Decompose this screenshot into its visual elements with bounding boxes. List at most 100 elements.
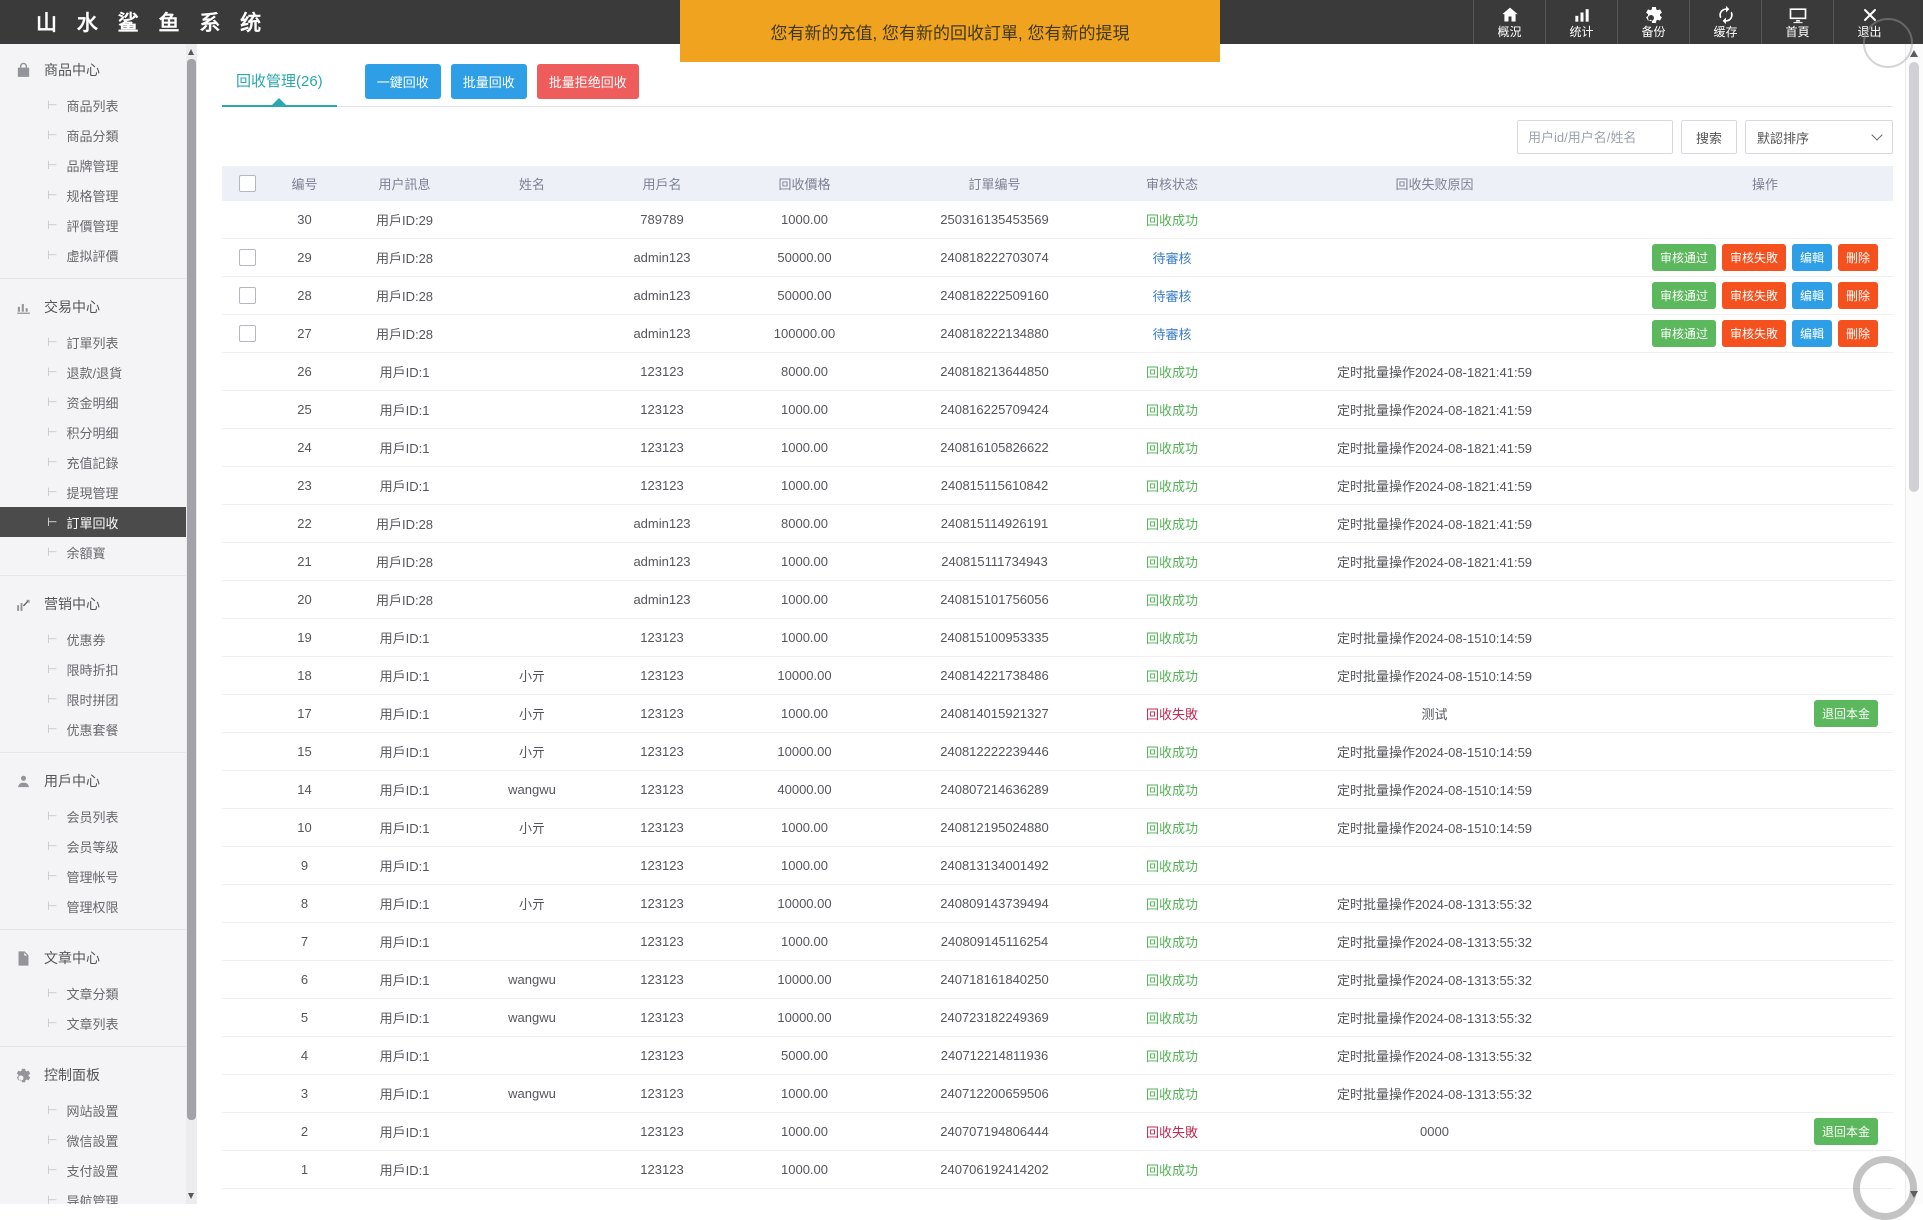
cell-fail-reason [1232, 276, 1637, 315]
batch-reject-recycle-button[interactable]: 批量拒绝回收 [536, 63, 639, 99]
page-scrollbar[interactable] [1905, 44, 1923, 1204]
sidebar-item[interactable]: ⊢ 限时拼团 [0, 684, 186, 714]
sidebar-item[interactable]: ⊢ 微信設置 [0, 1125, 186, 1155]
sidebar-item[interactable]: ⊢ 余額寳 [0, 537, 186, 567]
cell-operations: 审核通过 审核失敗 编輯 刪除 [1637, 276, 1893, 315]
sidebar-item-label: 管理帐号 [66, 869, 119, 885]
cell-user-info: 用戶ID:1 [337, 846, 472, 885]
sidebar-section-article[interactable]: 文章中心 [0, 938, 186, 978]
refund-button[interactable]: 退回本金 [1813, 700, 1878, 727]
cell-username: admin123 [592, 542, 732, 581]
cell-user-info: 用戶ID:1 [337, 656, 472, 695]
sidebar-section-marketing[interactable]: 营销中心 [0, 584, 186, 624]
select-all-checkbox[interactable] [238, 175, 256, 193]
sidebar-item[interactable]: ⊢ 訂單列表 [0, 327, 186, 357]
approve-button[interactable]: 审核通过 [1651, 282, 1716, 309]
audit-fail-button[interactable]: 审核失敗 [1721, 282, 1786, 309]
sidebar-item[interactable]: ⊢ 优惠套餐 [0, 714, 186, 744]
row-checkbox[interactable] [238, 325, 256, 343]
sidebar-item[interactable]: ⊢ 网站設置 [0, 1095, 186, 1125]
sidebar-item[interactable]: ⊢ 品牌管理 [0, 150, 186, 180]
sidebar-section-control[interactable]: 控制面板 [0, 1055, 186, 1095]
nav-stats[interactable]: 统计 [1545, 0, 1617, 44]
sort-select[interactable]: 默認排序 [1745, 120, 1893, 154]
table-row: 2 用戶ID:1 123123 1000.00 240707194806444 回收失敗 0… [222, 1112, 1893, 1151]
audit-fail-button[interactable]: 审核失敗 [1721, 320, 1786, 347]
nav-backup[interactable]: 备份 [1617, 0, 1689, 44]
nav-logout[interactable]: 退出 [1833, 0, 1905, 44]
cell-price: 1000.00 [732, 808, 877, 847]
sidebar-item[interactable]: ⊢ 提現管理 [0, 477, 186, 507]
sidebar-item[interactable]: ⊢ 文章列表 [0, 1008, 186, 1038]
cell-fail-reason [1232, 201, 1637, 239]
cell-user-info: 用戶ID:1 [337, 922, 472, 961]
cell-fail-reason: 定时批量操作2024-08-1821:41:59 [1232, 542, 1637, 581]
approve-button[interactable]: 审核通过 [1651, 320, 1716, 347]
sidebar-section-product[interactable]: 商品中心 [0, 50, 186, 90]
nav-cache[interactable]: 缓存 [1689, 0, 1761, 44]
delete-button[interactable]: 刪除 [1838, 244, 1879, 271]
sidebar-section-label: 控制面板 [44, 1067, 100, 1083]
scroll-down-icon[interactable] [188, 1193, 194, 1199]
sidebar-item[interactable]: ⊢ 虚拟評價 [0, 240, 186, 270]
user-icon [15, 773, 32, 790]
sidebar-item[interactable]: ⊢ 商品分類 [0, 120, 186, 150]
nav-homepage[interactable]: 首頁 [1761, 0, 1833, 44]
sidebar-item-label: 文章列表 [66, 1016, 119, 1032]
table-row: 5 用戶ID:1 wangwu 123123 10000.00 2407231822493… [222, 998, 1893, 1037]
sidebar-item[interactable]: ⊢ 文章分類 [0, 978, 186, 1008]
sidebar-scrollbar-thumb[interactable] [187, 59, 196, 1120]
sidebar-scrollbar[interactable] [186, 44, 197, 1204]
sidebar-section-trade[interactable]: 交易中心 [0, 287, 186, 327]
scroll-up-icon[interactable] [1910, 50, 1918, 57]
refund-button[interactable]: 退回本金 [1813, 1118, 1878, 1145]
sidebar-item[interactable]: ⊢ 充值記錄 [0, 447, 186, 477]
cell-fail-reason [1232, 580, 1637, 619]
cell-no: 20 [272, 580, 337, 619]
cell-order-no: 240815101756056 [877, 580, 1112, 619]
sidebar-item[interactable]: ⊢ 管理帐号 [0, 861, 186, 891]
edit-button[interactable]: 编輯 [1792, 282, 1833, 309]
nav-overview[interactable]: 概況 [1473, 0, 1545, 44]
sidebar-item[interactable]: ⊢ 限時折扣 [0, 654, 186, 684]
row-checkbox[interactable] [238, 249, 256, 267]
sidebar-item[interactable]: ⊢ 规格管理 [0, 180, 186, 210]
search-input[interactable] [1516, 120, 1673, 154]
sidebar-item[interactable]: ⊢ 訂單回收 [0, 507, 186, 537]
row-checkbox[interactable] [238, 287, 256, 305]
scroll-up-icon[interactable] [188, 49, 194, 55]
page-scrollbar-thumb[interactable] [1909, 62, 1919, 492]
batch-recycle-button[interactable]: 批量回收 [450, 63, 527, 99]
sidebar-item[interactable]: ⊢ 管理权限 [0, 891, 186, 921]
sidebar-item[interactable]: ⊢ 优惠券 [0, 624, 186, 654]
delete-button[interactable]: 刪除 [1838, 320, 1879, 347]
sidebar-item[interactable]: ⊢ 退款/退貨 [0, 357, 186, 387]
sidebar-item[interactable]: ⊢ 导航管理 [0, 1185, 186, 1204]
search-button[interactable]: 搜索 [1680, 120, 1737, 154]
one-key-recycle-button[interactable]: 一鍵回收 [364, 63, 441, 99]
cell-checkbox [222, 390, 272, 429]
audit-fail-button[interactable]: 审核失敗 [1721, 244, 1786, 271]
sidebar-item[interactable]: ⊢ 商品列表 [0, 90, 186, 120]
scroll-down-icon[interactable] [1910, 1191, 1918, 1198]
sidebar-item[interactable]: ⊢ 支付設置 [0, 1155, 186, 1185]
delete-button[interactable]: 刪除 [1838, 282, 1879, 309]
approve-button[interactable]: 审核通过 [1651, 244, 1716, 271]
edit-button[interactable]: 编輯 [1792, 320, 1833, 347]
cell-status: 回收成功 [1112, 884, 1232, 923]
sidebar-item[interactable]: ⊢ 积分明细 [0, 417, 186, 447]
edit-button[interactable]: 编輯 [1792, 244, 1833, 271]
sidebar-item[interactable]: ⊢ 評價管理 [0, 210, 186, 240]
cell-checkbox [222, 428, 272, 467]
cell-price: 50000.00 [732, 238, 877, 277]
gear-icon [1644, 5, 1664, 25]
sidebar-item[interactable]: ⊢ 会员等级 [0, 831, 186, 861]
sidebar-section-user[interactable]: 用戶中心 [0, 761, 186, 801]
cell-price: 10000.00 [732, 960, 877, 999]
tree-branch-icon: ⊢ [47, 515, 58, 529]
sidebar-item[interactable]: ⊢ 资金明细 [0, 387, 186, 417]
sidebar-item[interactable]: ⊢ 会员列表 [0, 801, 186, 831]
column-header: 操作 [1637, 166, 1893, 201]
cell-checkbox [222, 618, 272, 657]
tab-recycle-management[interactable]: 回收管理(26) [222, 56, 337, 107]
